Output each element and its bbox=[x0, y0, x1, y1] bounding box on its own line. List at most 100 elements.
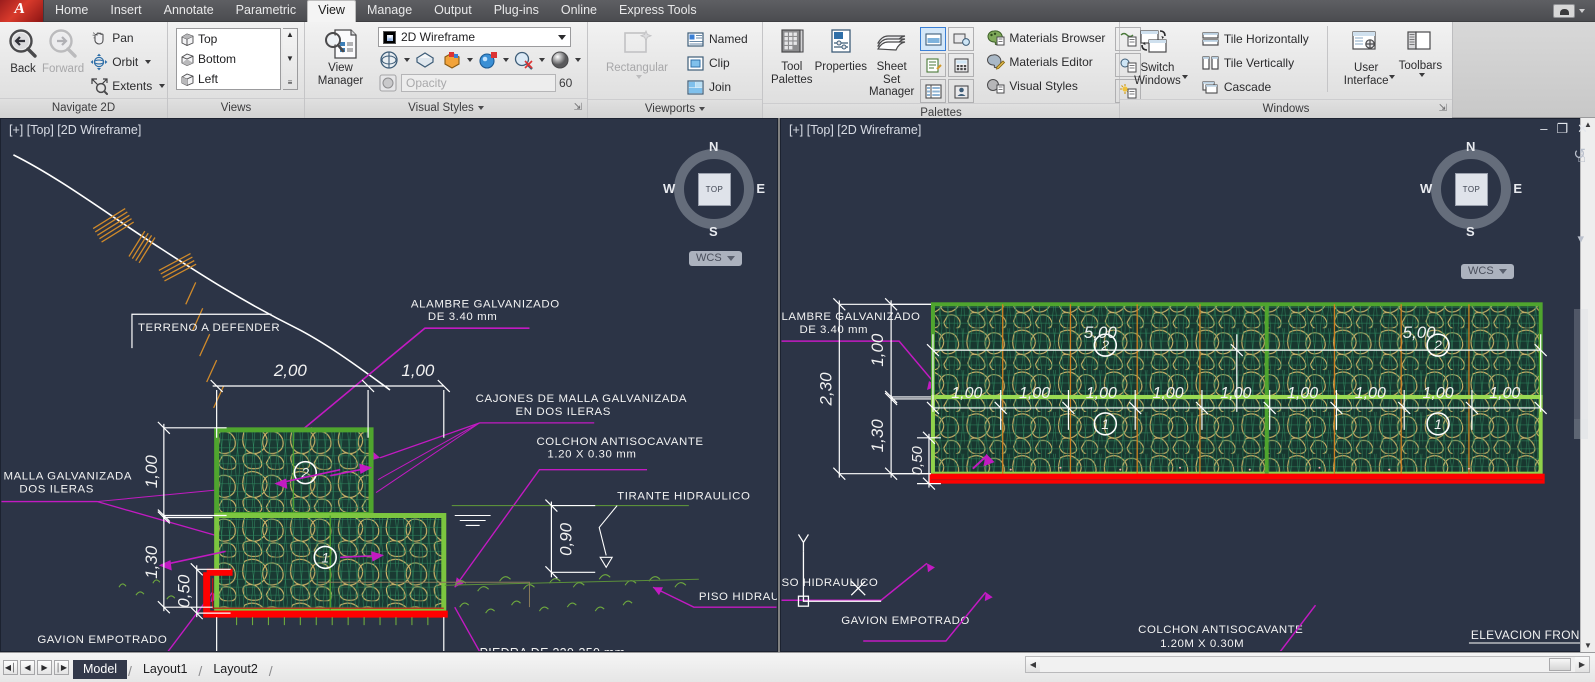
minimize-button[interactable]: – bbox=[1540, 122, 1547, 135]
chevron-down-icon[interactable] bbox=[699, 106, 706, 111]
chevron-down-icon[interactable] bbox=[404, 58, 410, 62]
scroll-right-icon[interactable]: ▶ bbox=[1575, 657, 1589, 672]
menu-item-online[interactable]: Online bbox=[550, 0, 608, 22]
chevron-down-icon[interactable] bbox=[1498, 268, 1507, 274]
cascade-button[interactable]: Cascade bbox=[1199, 75, 1311, 99]
menu-item-annotate[interactable]: Annotate bbox=[153, 0, 225, 22]
content-explorer-icon[interactable] bbox=[948, 79, 975, 103]
chevron-down-icon[interactable] bbox=[1418, 72, 1425, 77]
first-layout-button[interactable]: ◀│ bbox=[3, 660, 18, 675]
design-center-icon[interactable] bbox=[920, 79, 947, 103]
highlight-style-icon[interactable] bbox=[477, 49, 499, 71]
quick-calc-icon[interactable] bbox=[948, 53, 975, 77]
tile-horizontally-button[interactable]: Tile Horizontally bbox=[1199, 27, 1311, 51]
chevron-down-icon[interactable] bbox=[477, 105, 484, 110]
layout-tab-layout1[interactable]: Layout1 bbox=[133, 660, 197, 679]
properties-button[interactable]: Properties bbox=[815, 25, 867, 74]
viewport-inner-scroll-thumb[interactable] bbox=[1574, 419, 1588, 439]
xray-style-icon[interactable] bbox=[513, 49, 535, 71]
chevron-down-icon[interactable] bbox=[503, 58, 509, 62]
zoom-extents-button[interactable]: Extents bbox=[88, 74, 167, 98]
menu-item-output[interactable]: Output bbox=[423, 0, 483, 22]
external-references-icon[interactable] bbox=[920, 27, 947, 51]
viewport-left[interactable]: [+] [Top] [2D Wireframe] TERRENO A DEFEN… bbox=[0, 118, 778, 652]
tile-vertically-button[interactable]: Tile Vertically bbox=[1199, 51, 1311, 75]
view-cube-south-label[interactable]: S bbox=[709, 224, 718, 239]
next-layout-button[interactable]: ▶ bbox=[37, 660, 52, 675]
chevron-down-icon[interactable] bbox=[726, 255, 735, 261]
sheet-set-manager-button[interactable]: Sheet Set Manager bbox=[869, 25, 914, 99]
dialog-launcher-icon[interactable]: ⇲ bbox=[574, 103, 582, 113]
materials-browser-button[interactable]: Materials Browser bbox=[984, 26, 1107, 50]
last-layout-button[interactable]: │▶ bbox=[54, 660, 69, 675]
material-style-icon[interactable] bbox=[549, 49, 571, 71]
user-interface-button[interactable]: User Interface bbox=[1340, 26, 1395, 91]
menu-item-plug-ins[interactable]: Plug-ins bbox=[483, 0, 550, 22]
zoom-back-button[interactable]: Back bbox=[6, 25, 40, 76]
maximize-button[interactable]: ❐ bbox=[1556, 122, 1568, 135]
menu-item-home[interactable]: Home bbox=[44, 0, 99, 22]
face-style-icon[interactable] bbox=[378, 49, 400, 71]
view-cube-north-label[interactable]: N bbox=[709, 139, 718, 154]
extents-chevron-down-icon[interactable] bbox=[159, 84, 166, 88]
join-viewport-button[interactable]: Join bbox=[684, 75, 750, 99]
layout-tab-layout2[interactable]: Layout2 bbox=[203, 660, 267, 679]
menu-item-insert[interactable]: Insert bbox=[99, 0, 152, 22]
chevron-down-icon[interactable] bbox=[1388, 75, 1395, 79]
dbconnect-icon[interactable] bbox=[948, 27, 975, 51]
views-list-item-left[interactable]: Left bbox=[177, 69, 280, 89]
opacity-input[interactable]: Opacity bbox=[401, 74, 556, 92]
views-list-scrollbar[interactable]: ▲ ▼ ≡ bbox=[283, 28, 298, 90]
switch-windows-button[interactable]: Switch Windows bbox=[1130, 26, 1188, 91]
chevron-down-icon[interactable] bbox=[1181, 75, 1188, 79]
opacity-toggle-icon[interactable] bbox=[378, 73, 398, 93]
pan-tool-icon[interactable]: ▾ bbox=[1577, 231, 1584, 247]
chevron-down-icon[interactable] bbox=[467, 58, 473, 62]
view-cube-north-label[interactable]: N bbox=[1466, 139, 1475, 154]
scroll-down-icon[interactable]: ▼ bbox=[286, 55, 294, 63]
rectangular-viewport-button[interactable]: Rectangular bbox=[598, 26, 676, 79]
view-cube-west-label[interactable]: W bbox=[1420, 181, 1432, 196]
menu-item-manage[interactable]: Manage bbox=[356, 0, 423, 22]
viewport-right[interactable]: [+] [Top] [2D Wireframe] – ❐ ✕ LAMBRE GA… bbox=[780, 118, 1595, 652]
chevron-down-icon[interactable] bbox=[635, 74, 642, 79]
wcs-selector-left[interactable]: WCS bbox=[689, 251, 742, 266]
views-list-item-top[interactable]: Top bbox=[177, 29, 280, 49]
hscroll-thumb[interactable] bbox=[1549, 658, 1571, 671]
scroll-down-icon[interactable]: ▼ bbox=[1584, 641, 1592, 650]
view-cube-east-label[interactable]: E bbox=[1513, 181, 1522, 196]
dialog-launcher-icon[interactable]: ⇲ bbox=[1439, 104, 1447, 114]
view-cube-top-face[interactable]: TOP bbox=[698, 173, 731, 206]
close-button[interactable]: ✕ bbox=[1577, 122, 1588, 135]
menu-item-express-tools[interactable]: Express Tools bbox=[608, 0, 708, 22]
orbit-chevron-down-icon[interactable] bbox=[145, 60, 152, 64]
scroll-up-icon[interactable]: ▲ bbox=[286, 31, 294, 39]
wcs-selector-right[interactable]: WCS bbox=[1461, 264, 1514, 279]
menu-item-parametric[interactable]: Parametric bbox=[225, 0, 307, 22]
materials-editor-button[interactable]: Materials Editor bbox=[984, 50, 1107, 74]
color-style-icon[interactable] bbox=[441, 49, 463, 71]
orbit-tool-icon[interactable]: ↺ bbox=[1573, 145, 1586, 163]
chevron-down-icon[interactable] bbox=[575, 58, 581, 62]
visual-styles-palette-button[interactable]: Visual Styles bbox=[984, 74, 1107, 98]
view-cube-left[interactable]: TOP N S W E bbox=[663, 139, 765, 239]
markup-set-manager-icon[interactable] bbox=[920, 53, 947, 77]
chevron-down-icon[interactable] bbox=[1579, 8, 1585, 13]
views-list-item-bottom[interactable]: Bottom bbox=[177, 49, 280, 69]
scroll-end-icon[interactable]: ≡ bbox=[288, 79, 293, 87]
quick-view-icon[interactable] bbox=[1553, 3, 1575, 18]
shadow-style-icon[interactable] bbox=[414, 49, 436, 71]
tool-palettes-button[interactable]: Tool Palettes bbox=[771, 25, 813, 86]
orbit-button[interactable]: Orbit bbox=[88, 50, 167, 74]
menu-item-view[interactable]: View bbox=[307, 0, 356, 22]
horizontal-scrollbar[interactable]: ◀ ▶ bbox=[1025, 656, 1590, 673]
viewport-inner-scroll[interactable] bbox=[1574, 309, 1588, 419]
view-manager-button[interactable]: View Manager bbox=[311, 26, 370, 87]
chevron-down-icon[interactable] bbox=[539, 58, 545, 62]
chevron-down-icon[interactable] bbox=[558, 34, 566, 40]
views-list[interactable]: Top Bottom Left bbox=[176, 28, 281, 90]
view-cube-right[interactable]: TOP N S W E bbox=[1420, 139, 1522, 239]
clip-viewport-button[interactable]: Clip bbox=[684, 51, 750, 75]
scroll-left-icon[interactable]: ◀ bbox=[1026, 657, 1040, 672]
prev-layout-button[interactable]: ◀ bbox=[20, 660, 35, 675]
